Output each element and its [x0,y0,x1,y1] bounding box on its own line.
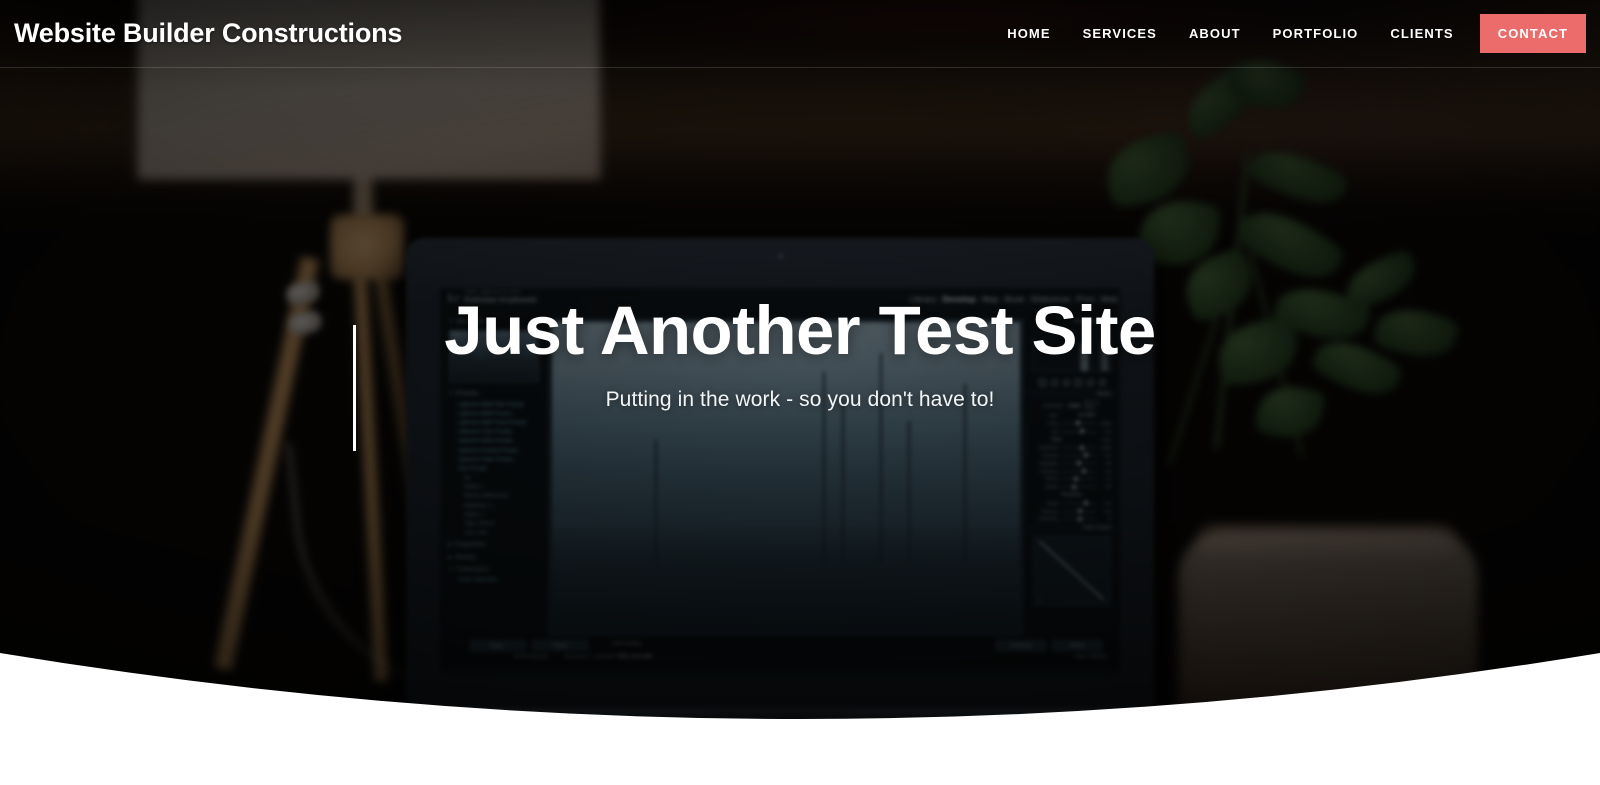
site-brand[interactable]: Website Builder Constructions [14,18,402,49]
main-navigation: HOME SERVICES ABOUT PORTFOLIO CLIENTS CO… [991,14,1586,53]
hero-bottom-curve [0,595,1600,785]
hero-subtitle: Putting in the work - so you don't have … [605,388,995,412]
hero-content: Just Another Test Site Putting in the wo… [0,292,1600,412]
hero-title: Just Another Test Site [444,292,1156,369]
site-header: Website Builder Constructions HOME SERVI… [0,0,1600,68]
nav-item-clients[interactable]: CLIENTS [1374,16,1469,51]
nav-item-about[interactable]: ABOUT [1173,16,1257,51]
hero-section: Lr Adobe Lightroom CC 2015 Radoslaw Grzy… [0,0,1600,785]
contact-button[interactable]: CONTACT [1479,14,1586,53]
nav-item-services[interactable]: SERVICES [1067,16,1173,51]
hero-accent-line [353,325,356,451]
nav-item-home[interactable]: HOME [991,16,1066,51]
nav-item-portfolio[interactable]: PORTFOLIO [1257,16,1375,51]
